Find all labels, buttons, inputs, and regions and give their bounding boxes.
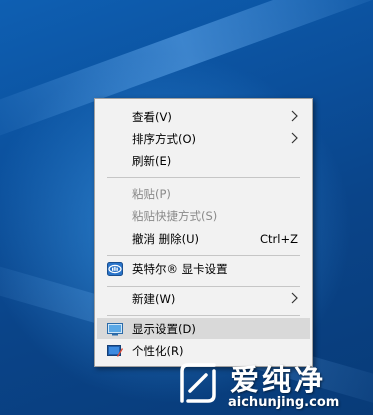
menu-item-shortcut: Ctrl+Z xyxy=(260,231,298,246)
watermark-url: aichunjing.com xyxy=(228,395,340,410)
menu-separator xyxy=(107,255,300,256)
menu-item-paste-shortcut[interactable]: 粘贴快捷方式(S) xyxy=(97,205,310,226)
menu-item-label: 新建(W) xyxy=(132,291,176,306)
menu-separator xyxy=(107,315,300,316)
menu-item-sort-by[interactable]: 排序方式(O) xyxy=(97,128,310,149)
menu-item-paste[interactable]: 粘贴(P) xyxy=(97,183,310,204)
desktop-context-menu: 查看(V) 排序方式(O) 刷新(E) 粘贴(P) 粘贴快捷方式(S) 撤消 删… xyxy=(94,98,313,367)
display-icon xyxy=(107,322,123,335)
watermark-logo-icon xyxy=(180,363,216,403)
chevron-right-icon xyxy=(291,132,298,144)
menu-item-display-settings[interactable]: 显示设置(D) xyxy=(97,318,310,339)
menu-item-new[interactable]: 新建(W) xyxy=(97,288,310,309)
menu-item-label: 显示设置(D) xyxy=(132,321,196,336)
menu-item-intel-graphics-settings[interactable]: 英特尔® 显卡设置 xyxy=(97,258,310,279)
watermark-brand: 爱纯净 xyxy=(230,363,327,397)
menu-separator xyxy=(107,177,300,178)
chevron-right-icon xyxy=(291,292,298,304)
site-watermark: 爱纯净 aichunjing.com xyxy=(166,357,373,415)
menu-item-label: 粘贴快捷方式(S) xyxy=(132,208,218,223)
menu-item-undo-delete[interactable]: 撤消 删除(U) Ctrl+Z xyxy=(97,228,310,249)
menu-item-view[interactable]: 查看(V) xyxy=(97,106,310,127)
intel-graphics-icon xyxy=(107,261,123,276)
chevron-right-icon xyxy=(291,110,298,122)
menu-item-label: 刷新(E) xyxy=(132,153,172,168)
menu-item-label: 排序方式(O) xyxy=(132,131,197,146)
menu-item-label: 撤消 删除(U) xyxy=(132,231,200,246)
menu-item-refresh[interactable]: 刷新(E) xyxy=(97,150,310,171)
menu-separator xyxy=(107,286,300,287)
personalize-icon xyxy=(107,344,123,357)
menu-item-label: 英特尔® 显卡设置 xyxy=(132,261,228,276)
menu-item-label: 查看(V) xyxy=(132,109,172,124)
menu-item-label: 粘贴(P) xyxy=(132,186,171,201)
